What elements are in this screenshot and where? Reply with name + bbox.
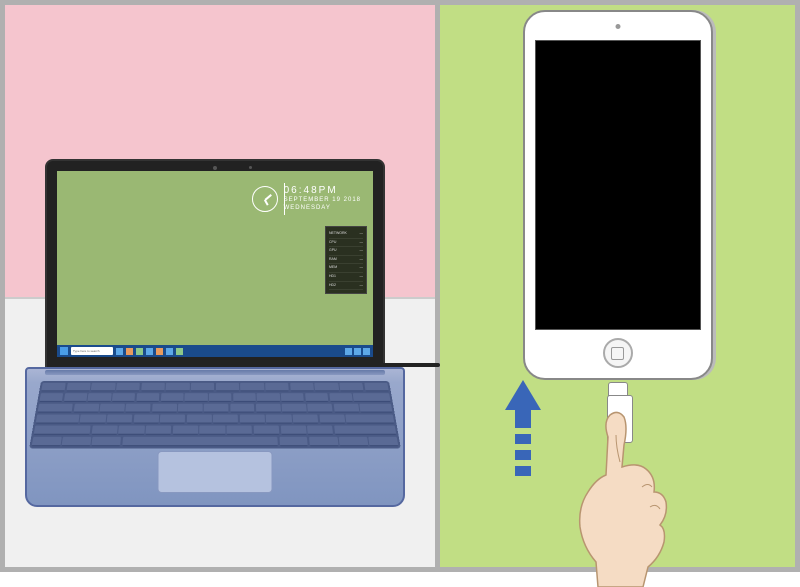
laptop-base: [25, 367, 405, 507]
desktop-clock-widget: 06:48PM SEPTEMBER 19 2018 WEDNESDAY: [284, 184, 361, 213]
laptop-device: 06:48PM SEPTEMBER 19 2018 WEDNESDAY NETW…: [25, 159, 405, 507]
clock-time: 06:48PM: [284, 184, 361, 197]
tray-icon: [354, 348, 361, 355]
phone-screen: [535, 40, 701, 330]
taskbar-app-icon: [126, 348, 133, 355]
tray-icon: [345, 348, 352, 355]
taskbar-app-icon: [136, 348, 143, 355]
taskbar-app-icon: [116, 348, 123, 355]
connector-tip: [608, 382, 628, 396]
panel-phone-side: [440, 5, 795, 567]
laptop-trackpad: [158, 451, 273, 493]
laptop-desktop: 06:48PM SEPTEMBER 19 2018 WEDNESDAY NETW…: [57, 171, 373, 357]
taskbar-app-icon: [166, 348, 173, 355]
phone-device: [523, 10, 713, 380]
taskbar-app-icon: [176, 348, 183, 355]
insert-arrow-icon: [505, 380, 541, 476]
clock-day: WEDNESDAY: [284, 205, 361, 213]
laptop-hinge: [45, 370, 385, 375]
taskbar-app-icon: [156, 348, 163, 355]
taskbar-search: Type here to search: [71, 347, 113, 355]
phone-camera-icon: [615, 24, 620, 29]
taskbar: Type here to search: [57, 345, 373, 357]
instruction-diagram: 06:48PM SEPTEMBER 19 2018 WEDNESDAY NETW…: [0, 0, 800, 572]
usb-cable-laptop-side: [380, 363, 440, 367]
laptop-bezel: 06:48PM SEPTEMBER 19 2018 WEDNESDAY NETW…: [45, 159, 385, 369]
home-button-icon: [603, 338, 633, 368]
taskbar-app-icon: [146, 348, 153, 355]
phone-body: [523, 10, 713, 380]
start-button-icon: [60, 347, 68, 355]
tray-icon: [363, 348, 370, 355]
panel-laptop-side: 06:48PM SEPTEMBER 19 2018 WEDNESDAY NETW…: [5, 5, 435, 567]
system-monitor-widget: NETWORK— CPU— GPU— RAM— MEM— HD1— HD2—: [325, 226, 367, 294]
clock-icon: [252, 186, 278, 212]
hand-illustration: [548, 407, 688, 587]
laptop-keyboard: [29, 381, 401, 448]
clock-date: SEPTEMBER 19 2018: [284, 197, 361, 205]
